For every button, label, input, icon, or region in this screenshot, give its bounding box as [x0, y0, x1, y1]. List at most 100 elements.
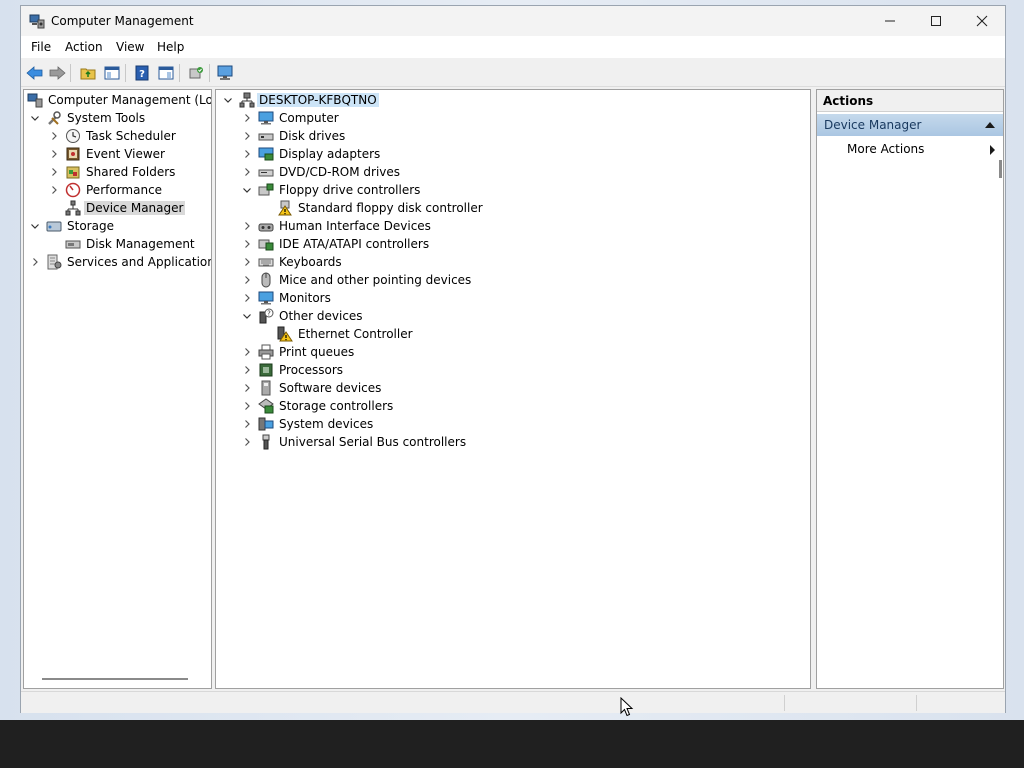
floppy-controller-icon	[258, 182, 274, 198]
chevron-right-icon[interactable]	[240, 289, 254, 307]
chevron-down-icon[interactable]	[28, 109, 42, 127]
device-category-software-devices[interactable]: Software devices	[216, 379, 796, 397]
tree-item-device-manager[interactable]: Device Manager	[24, 199, 211, 217]
chevron-right-icon[interactable]	[240, 361, 254, 379]
toolbar: ?	[21, 58, 1005, 87]
tree-item-storage[interactable]: Storage	[24, 217, 211, 235]
chevron-right-icon[interactable]	[240, 433, 254, 451]
minimize-button[interactable]	[867, 6, 913, 36]
shared-folder-icon	[65, 164, 81, 180]
chevron-right-icon[interactable]	[47, 145, 61, 163]
chevron-right-icon[interactable]	[28, 253, 42, 271]
collapse-up-icon[interactable]	[985, 122, 995, 128]
device-category-dvd-cdrom-drives[interactable]: DVD/CD-ROM drives	[216, 163, 796, 181]
chevron-right-icon[interactable]	[47, 163, 61, 181]
mouse-cursor-icon	[620, 697, 634, 717]
menu-help[interactable]: Help	[157, 40, 184, 54]
tree-item-system-tools[interactable]: System Tools	[24, 109, 211, 127]
actions-section-device-manager[interactable]: Device Manager	[817, 114, 1003, 136]
vertical-scrollbar[interactable]	[997, 90, 1003, 688]
menu-bar: File Action View Help	[21, 36, 1005, 58]
tree-item-computer-management[interactable]: Computer Management (Local	[24, 91, 211, 109]
tree-item-performance[interactable]: Performance	[24, 181, 211, 199]
chevron-down-icon[interactable]	[28, 217, 42, 235]
chevron-right-icon[interactable]	[240, 397, 254, 415]
toolbar-separator	[209, 64, 210, 82]
help-button[interactable]: ?	[132, 63, 152, 83]
back-button[interactable]	[25, 63, 45, 83]
tree-item-task-scheduler[interactable]: Task Scheduler	[24, 127, 211, 145]
device-category-mice[interactable]: Mice and other pointing devices	[216, 271, 796, 289]
device-category-other-devices[interactable]: ? Other devices	[216, 307, 796, 325]
chevron-right-icon[interactable]	[240, 235, 254, 253]
scan-hardware-button[interactable]	[216, 63, 236, 83]
toolbar-separator	[70, 64, 71, 82]
chevron-right-icon[interactable]	[240, 253, 254, 271]
menu-view[interactable]: View	[116, 40, 144, 54]
update-driver-button[interactable]	[186, 63, 206, 83]
device-category-monitors[interactable]: Monitors	[216, 289, 796, 307]
device-category-processors[interactable]: Processors	[216, 361, 796, 379]
scrollbar-thumb[interactable]	[999, 160, 1002, 178]
dvd-drive-icon	[258, 164, 274, 180]
device-category-print-queues[interactable]: Print queues	[216, 343, 796, 361]
menu-file[interactable]: File	[31, 40, 51, 54]
device-root-label: DESKTOP-KFBQTNO	[257, 93, 379, 107]
show-hide-action-pane-button[interactable]	[156, 63, 176, 83]
tree-item-label: Device Manager	[84, 201, 186, 215]
device-category-usb-controllers[interactable]: Universal Serial Bus controllers	[216, 433, 796, 451]
performance-icon	[65, 182, 81, 198]
device-category-label: Software devices	[279, 381, 382, 395]
device-ethernet-controller[interactable]: Ethernet Controller	[216, 325, 796, 343]
menu-action[interactable]: Action	[65, 40, 103, 54]
show-hide-console-tree-button[interactable]	[102, 63, 122, 83]
chevron-right-icon[interactable]	[240, 271, 254, 289]
device-standard-floppy-disk-controller[interactable]: Standard floppy disk controller	[216, 199, 796, 217]
chevron-right-icon[interactable]	[240, 127, 254, 145]
chevron-right-icon[interactable]	[240, 163, 254, 181]
chevron-right-icon[interactable]	[47, 127, 61, 145]
chevron-right-icon[interactable]	[240, 145, 254, 163]
device-root[interactable]: DESKTOP-KFBQTNO	[216, 91, 796, 109]
tree-item-disk-management[interactable]: Disk Management	[24, 235, 211, 253]
computer-management-icon	[27, 92, 43, 108]
up-one-level-button[interactable]	[78, 63, 98, 83]
device-category-floppy-drive-controllers[interactable]: Floppy drive controllers	[216, 181, 796, 199]
tree-item-services-and-applications[interactable]: Services and Applications	[24, 253, 211, 271]
device-category-human-interface-devices[interactable]: Human Interface Devices	[216, 217, 796, 235]
help-icon: ?	[135, 65, 149, 81]
device-category-label: Other devices	[279, 309, 363, 323]
chevron-right-icon[interactable]	[240, 379, 254, 397]
close-button[interactable]	[959, 6, 1005, 36]
more-actions-link[interactable]: More Actions	[847, 142, 924, 156]
horizontal-scrollbar[interactable]	[42, 678, 188, 680]
device-category-storage-controllers[interactable]: Storage controllers	[216, 397, 796, 415]
device-category-label: Human Interface Devices	[279, 219, 431, 233]
device-category-disk-drives[interactable]: Disk drives	[216, 127, 796, 145]
device-category-keyboards[interactable]: Keyboards	[216, 253, 796, 271]
tree-item-event-viewer[interactable]: Event Viewer	[24, 145, 211, 163]
console-tree-pane[interactable]: Computer Management (Local System Tools …	[23, 89, 212, 689]
actions-section-label: Device Manager	[824, 118, 922, 132]
title-bar[interactable]: Computer Management	[21, 6, 1005, 36]
chevron-right-icon[interactable]	[240, 217, 254, 235]
device-category-display-adapters[interactable]: Display adapters	[216, 145, 796, 163]
device-category-computer[interactable]: Computer	[216, 109, 796, 127]
tree-item-label: Task Scheduler	[86, 129, 176, 143]
tree-item-shared-folders[interactable]: Shared Folders	[24, 163, 211, 181]
update-driver-icon	[189, 67, 203, 79]
maximize-button[interactable]	[913, 6, 959, 36]
chevron-right-icon[interactable]	[240, 109, 254, 127]
device-tree-pane[interactable]: DESKTOP-KFBQTNO Computer Disk drives Dis…	[215, 89, 811, 689]
chevron-right-icon[interactable]	[240, 415, 254, 433]
chevron-down-icon[interactable]	[240, 307, 254, 325]
chevron-down-icon[interactable]	[240, 181, 254, 199]
device-category-ide-ata-atapi-controllers[interactable]: IDE ATA/ATAPI controllers	[216, 235, 796, 253]
chevron-down-icon[interactable]	[221, 91, 235, 109]
chevron-right-icon[interactable]	[47, 181, 61, 199]
chevron-right-icon[interactable]	[240, 343, 254, 361]
forward-button[interactable]	[47, 63, 67, 83]
svg-text:?: ?	[267, 310, 271, 318]
device-category-system-devices[interactable]: System devices	[216, 415, 796, 433]
tree-item-label: Disk Management	[86, 237, 195, 251]
